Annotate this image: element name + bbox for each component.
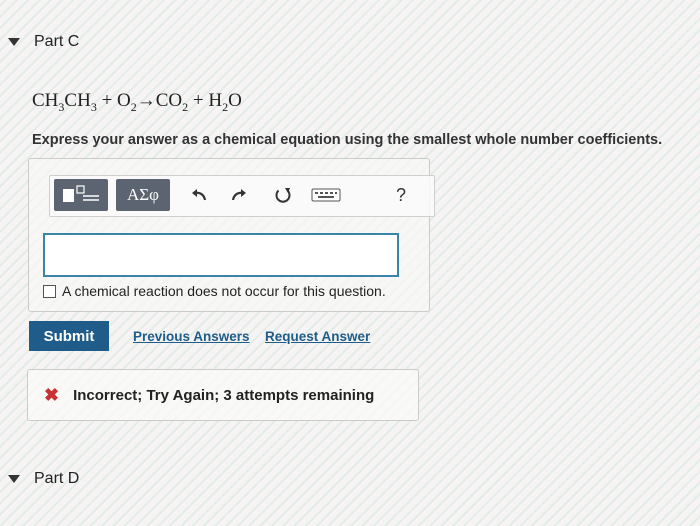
answer-panel: ΑΣφ ? A chemical reaction does not occur…	[28, 158, 435, 312]
part-d-header[interactable]: Part D	[8, 470, 79, 488]
keyboard-icon	[311, 188, 341, 202]
redo-button[interactable]	[222, 179, 256, 211]
templates-icon	[63, 185, 99, 202]
help-button[interactable]: ?	[386, 179, 416, 211]
greek-symbols-button[interactable]: ΑΣφ	[116, 179, 170, 211]
instruction-text: Express your answer as a chemical equati…	[32, 132, 663, 148]
part-c-label: Part C	[34, 33, 80, 50]
no-reaction-option[interactable]: A chemical reaction does not occur for t…	[43, 283, 386, 299]
part-d-label: Part D	[34, 470, 80, 487]
templates-button[interactable]	[54, 179, 108, 211]
submit-button[interactable]: Submit	[29, 321, 109, 351]
part-c-header[interactable]: Part C	[8, 33, 79, 51]
undo-button[interactable]	[182, 179, 216, 211]
answer-input[interactable]	[43, 233, 399, 277]
chemical-equation: CH3CH3 + O2→CO2 + H2O	[32, 90, 242, 114]
math-toolbar: ΑΣφ ?	[49, 175, 435, 217]
undo-icon	[192, 189, 207, 201]
reset-icon	[275, 188, 291, 203]
no-reaction-label: A chemical reaction does not occur for t…	[62, 283, 386, 299]
reset-button[interactable]	[266, 179, 300, 211]
feedback-text: Incorrect; Try Again; 3 attempts remaini…	[73, 386, 375, 404]
no-reaction-checkbox[interactable]	[43, 284, 56, 298]
collapse-triangle-icon[interactable]	[8, 38, 20, 46]
previous-answers-link[interactable]: Previous Answers	[133, 329, 250, 344]
collapse-triangle-icon[interactable]	[8, 475, 20, 483]
request-answer-link[interactable]: Request Answer	[265, 329, 370, 344]
feedback-box: ✖ Incorrect; Try Again; 3 attempts remai…	[27, 369, 419, 421]
x-icon: ✖	[44, 384, 60, 405]
keyboard-button[interactable]	[304, 179, 348, 211]
redo-icon	[231, 189, 246, 201]
